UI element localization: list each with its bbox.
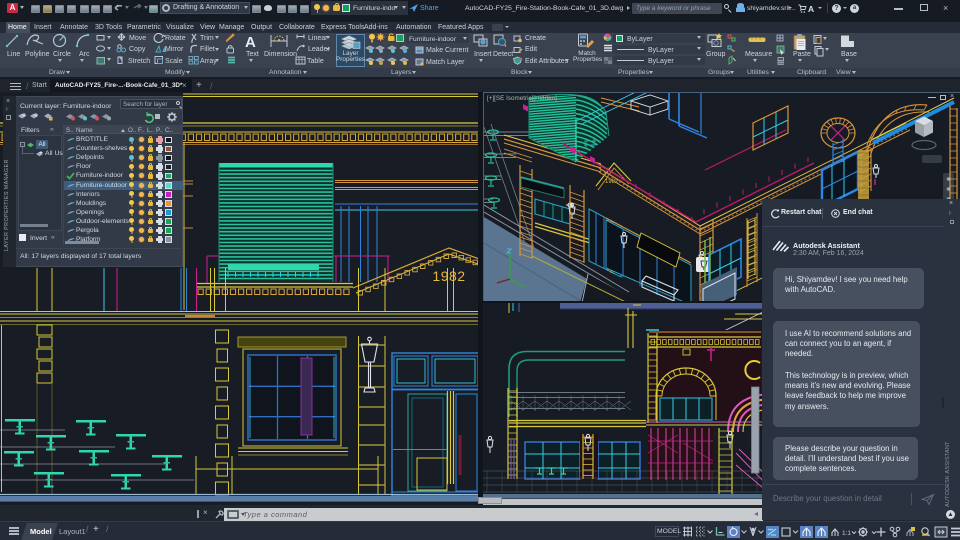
svg-text:1982: 1982: [432, 268, 465, 284]
svg-text:A: A: [245, 34, 256, 51]
svg-text:1:1: 1:1: [842, 530, 851, 537]
